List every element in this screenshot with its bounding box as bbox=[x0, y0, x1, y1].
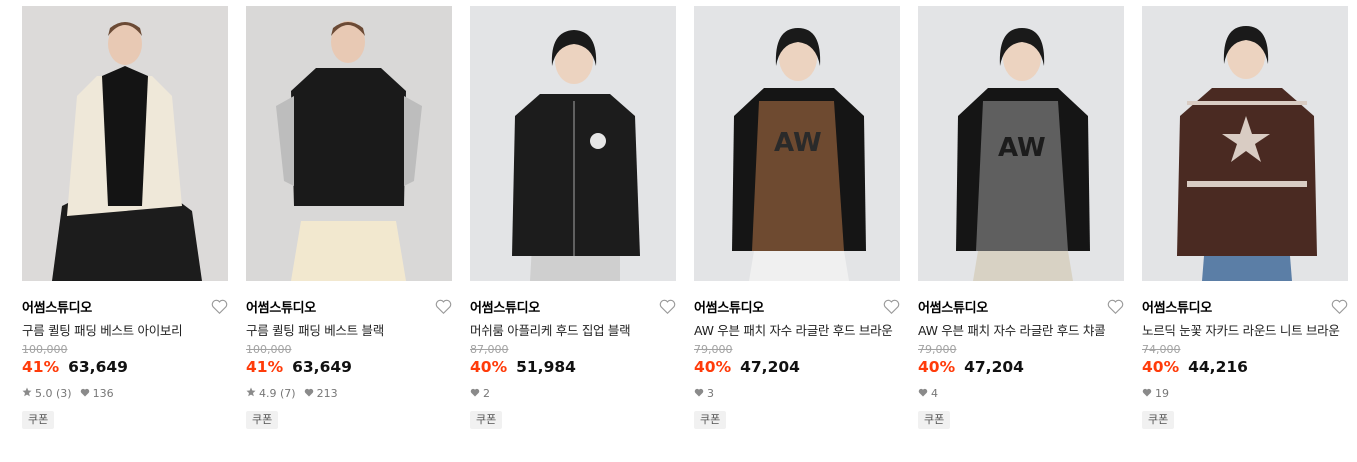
product-photo bbox=[470, 6, 676, 281]
heart-filled-icon bbox=[304, 387, 314, 400]
sale-price: 51,984 bbox=[516, 358, 576, 376]
sale-price: 44,216 bbox=[1188, 358, 1248, 376]
coupon-badge: 쿠폰 bbox=[694, 411, 727, 429]
heart-filled-icon bbox=[694, 387, 704, 400]
star-icon bbox=[246, 387, 256, 400]
original-price: 74,000 bbox=[1142, 343, 1181, 356]
wishlist-heart-icon[interactable] bbox=[1330, 297, 1348, 315]
like-count: 19 bbox=[1155, 386, 1169, 400]
like-count: 2 bbox=[483, 386, 490, 400]
sale-price: 63,649 bbox=[68, 358, 128, 376]
coupon-badge: 쿠폰 bbox=[246, 411, 279, 429]
brand-name[interactable]: 어썸스튜디오 bbox=[918, 297, 988, 316]
product-stats: 3 bbox=[694, 386, 900, 400]
product-card[interactable]: 어썸스튜디오 구름 퀼팅 패딩 베스트 아이보리 100,000 41% 63,… bbox=[22, 6, 228, 429]
rating-value: 5.0 (3) bbox=[35, 386, 72, 400]
like-count: 136 bbox=[92, 386, 114, 400]
discount-rate: 40% bbox=[918, 358, 956, 376]
sale-price: 47,204 bbox=[740, 358, 800, 376]
product-stats: 5.0 (3) 136 bbox=[22, 386, 228, 400]
product-image[interactable] bbox=[470, 6, 676, 281]
coupon-badge: 쿠폰 bbox=[22, 411, 55, 429]
product-card[interactable]: 어썸스튜디오 구름 퀼팅 패딩 베스트 블랙 100,000 41% 63,64… bbox=[246, 6, 452, 429]
product-title[interactable]: 머쉬룸 아플리케 후드 집업 블랙 bbox=[470, 321, 676, 340]
original-price: 79,000 bbox=[694, 343, 733, 356]
product-stats: 4 bbox=[918, 386, 1124, 400]
like-count: 213 bbox=[316, 386, 338, 400]
wishlist-heart-icon[interactable] bbox=[658, 297, 676, 315]
coupon-badge: 쿠폰 bbox=[918, 411, 951, 429]
product-grid: 어썸스튜디오 구름 퀼팅 패딩 베스트 아이보리 100,000 41% 63,… bbox=[0, 0, 1357, 462]
product-title[interactable]: 노르딕 눈꽃 자카드 라운드 니트 브라운 bbox=[1142, 321, 1348, 340]
discount-rate: 41% bbox=[246, 358, 284, 376]
product-image[interactable]: AW bbox=[918, 6, 1124, 281]
original-price: 79,000 bbox=[918, 343, 957, 356]
product-photo: AW bbox=[918, 6, 1124, 281]
product-card[interactable]: 어썸스튜디오 머쉬룸 아플리케 후드 집업 블랙 87,000 40% 51,9… bbox=[470, 6, 676, 429]
brand-name[interactable]: 어썸스튜디오 bbox=[1142, 297, 1212, 316]
product-card[interactable]: AW 어썸스튜디오 AW 우븐 패치 자수 라글란 후드 브라운 79,000 … bbox=[694, 6, 900, 429]
svg-text:AW: AW bbox=[774, 128, 822, 158]
sale-price: 63,649 bbox=[292, 358, 352, 376]
heart-filled-icon bbox=[1142, 387, 1152, 400]
heart-filled-icon bbox=[918, 387, 928, 400]
product-title[interactable]: AW 우븐 패치 자수 라글란 후드 챠콜 bbox=[918, 321, 1124, 340]
discount-rate: 40% bbox=[694, 358, 732, 376]
like-count: 3 bbox=[707, 386, 714, 400]
discount-rate: 40% bbox=[470, 358, 508, 376]
product-stats: 4.9 (7) 213 bbox=[246, 386, 452, 400]
brand-name[interactable]: 어썸스튜디오 bbox=[470, 297, 540, 316]
like-count: 4 bbox=[931, 386, 938, 400]
discount-rate: 40% bbox=[1142, 358, 1180, 376]
original-price: 87,000 bbox=[470, 343, 509, 356]
heart-filled-icon bbox=[470, 387, 480, 400]
product-card[interactable]: AW 어썸스튜디오 AW 우븐 패치 자수 라글란 후드 챠콜 79,000 4… bbox=[918, 6, 1124, 429]
product-image[interactable] bbox=[246, 6, 452, 281]
product-stats: 2 bbox=[470, 386, 676, 400]
original-price: 100,000 bbox=[22, 343, 68, 356]
brand-name[interactable]: 어썸스튜디오 bbox=[246, 297, 316, 316]
original-price: 100,000 bbox=[246, 343, 292, 356]
wishlist-heart-icon[interactable] bbox=[1106, 297, 1124, 315]
coupon-badge: 쿠폰 bbox=[470, 411, 503, 429]
coupon-badge: 쿠폰 bbox=[1142, 411, 1175, 429]
star-icon bbox=[22, 387, 32, 400]
brand-name[interactable]: 어썸스튜디오 bbox=[694, 297, 764, 316]
heart-filled-icon bbox=[80, 387, 90, 400]
product-image[interactable] bbox=[22, 6, 228, 281]
product-photo bbox=[22, 6, 228, 281]
rating-value: 4.9 (7) bbox=[259, 386, 296, 400]
product-stats: 19 bbox=[1142, 386, 1348, 400]
product-title[interactable]: 구름 퀼팅 패딩 베스트 블랙 bbox=[246, 321, 452, 340]
product-title[interactable]: 구름 퀼팅 패딩 베스트 아이보리 bbox=[22, 321, 228, 340]
product-image[interactable] bbox=[1142, 6, 1348, 281]
brand-name[interactable]: 어썸스튜디오 bbox=[22, 297, 92, 316]
product-title[interactable]: AW 우븐 패치 자수 라글란 후드 브라운 bbox=[694, 321, 900, 340]
product-card[interactable]: 어썸스튜디오 노르딕 눈꽃 자카드 라운드 니트 브라운 74,000 40% … bbox=[1142, 6, 1348, 429]
product-image[interactable]: AW bbox=[694, 6, 900, 281]
product-photo bbox=[246, 6, 452, 281]
wishlist-heart-icon[interactable] bbox=[882, 297, 900, 315]
wishlist-heart-icon[interactable] bbox=[434, 297, 452, 315]
sale-price: 47,204 bbox=[964, 358, 1024, 376]
wishlist-heart-icon[interactable] bbox=[210, 297, 228, 315]
svg-text:AW: AW bbox=[998, 133, 1046, 163]
discount-rate: 41% bbox=[22, 358, 60, 376]
product-photo: AW bbox=[694, 6, 900, 281]
product-photo bbox=[1142, 6, 1348, 281]
